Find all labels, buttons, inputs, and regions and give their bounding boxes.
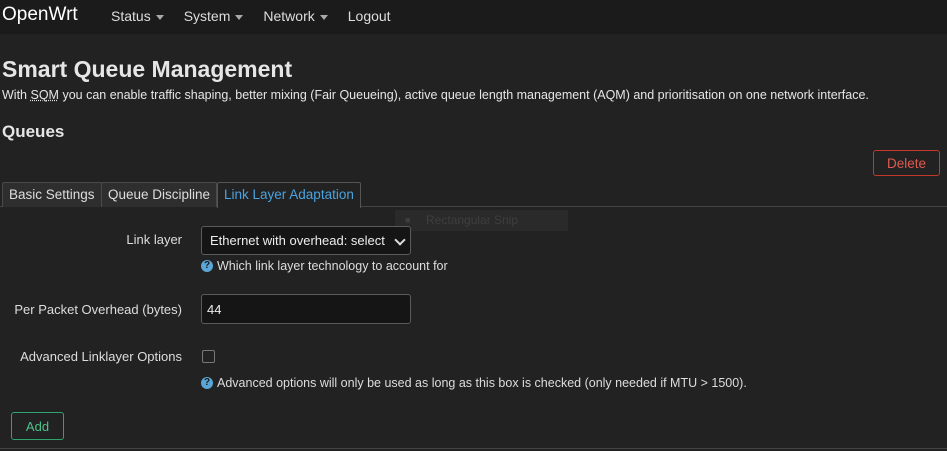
sqm-abbreviation: SQM — [30, 88, 59, 102]
help-icon: ? — [201, 377, 213, 389]
ghost-tooltip-overlay: ■ Rectangular Snip — [395, 210, 568, 231]
advanced-linklayer-label: Advanced Linklayer Options — [20, 349, 182, 364]
link-layer-select[interactable]: Ethernet with overhead: select — [201, 226, 411, 255]
menu-network[interactable]: Network — [263, 8, 328, 24]
menu-logout-label: Logout — [347, 8, 391, 24]
brand-logo[interactable]: OpenWrt — [2, 4, 78, 26]
link-layer-help-text: Which link layer technology to account f… — [217, 259, 448, 273]
page-title: Smart Queue Management — [2, 56, 293, 82]
help-icon: ? — [201, 260, 213, 272]
ghost-tooltip-text: Rectangular Snip — [426, 213, 519, 227]
menu-status-label: Status — [111, 8, 151, 24]
advanced-linklayer-help: ? Advanced options will only be used as … — [201, 376, 747, 390]
caret-down-icon — [319, 14, 328, 20]
menu-status[interactable]: Status — [111, 8, 164, 24]
snip-icon: ■ — [405, 215, 411, 225]
add-button[interactable]: Add — [11, 412, 64, 440]
description-suffix: you can enable traffic shaping, better m… — [58, 88, 869, 102]
top-navbar: OpenWrt Status System Network Logout — [0, 0, 947, 34]
tab-link-layer-adaptation[interactable]: Link Layer Adaptation — [217, 182, 361, 208]
caret-down-icon — [235, 14, 244, 20]
link-layer-label: Link layer — [126, 232, 182, 247]
tab-queue-discipline[interactable]: Queue Discipline — [101, 182, 218, 207]
overhead-input[interactable] — [201, 294, 411, 324]
link-layer-selected-value: Ethernet with overhead: select — [210, 233, 385, 248]
menu-system-label: System — [183, 8, 231, 24]
advanced-linklayer-help-text: Advanced options will only be used as lo… — [217, 376, 747, 390]
caret-down-icon — [155, 14, 164, 20]
description-prefix: With — [2, 88, 31, 102]
advanced-linklayer-checkbox[interactable] — [202, 350, 215, 363]
link-layer-help: ? Which link layer technology to account… — [201, 259, 448, 273]
page-description: With SQM you can enable traffic shaping,… — [2, 88, 869, 102]
menu-network-label: Network — [263, 8, 315, 24]
delete-button[interactable]: Delete — [873, 150, 940, 176]
menu-system[interactable]: System — [184, 8, 244, 24]
chevron-down-icon — [394, 234, 406, 246]
tab-basic-settings[interactable]: Basic Settings — [2, 182, 102, 207]
bottom-divider — [0, 448, 947, 449]
overhead-label: Per Packet Overhead (bytes) — [14, 302, 182, 317]
section-title-queues: Queues — [2, 122, 65, 141]
main-menu: Status System Network Logout — [111, 8, 411, 24]
menu-logout[interactable]: Logout — [348, 8, 391, 24]
